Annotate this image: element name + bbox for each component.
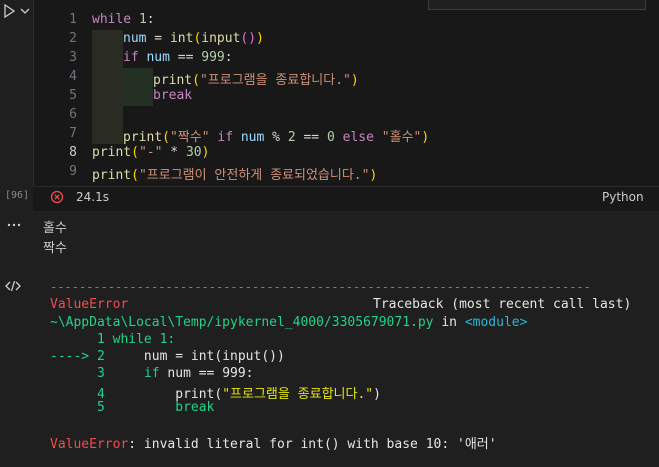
stdout-line: 홀수 [43,221,67,236]
code-line-2: num = int(input()) [123,31,264,46]
execution-duration: 24.1s [76,190,109,204]
line-number: 1 [69,12,77,27]
play-icon [4,3,16,19]
code-line-3: if num == 999: [123,50,233,65]
line-number: 4 [69,69,77,84]
cell-status-bar [33,186,659,211]
line-number: 3 [69,50,77,65]
traceback-separator: ----------------------------------------… [50,279,591,294]
line-number: 5 [69,88,77,103]
line-number-current: 8 [69,145,77,160]
run-cell-button[interactable] [2,3,16,19]
line-number: 9 [69,164,77,179]
indent-guide [123,68,153,106]
code-brackets-icon [5,280,21,292]
code-line-7: print("짝수" if num % 2 == 0 else "홀수") [123,130,430,145]
cell-language-picker[interactable]: Python [602,190,644,204]
chevron-down-icon [20,8,30,14]
execution-count: [96] [5,190,30,201]
line-number: 2 [69,31,77,46]
code-line-1: while 1: [92,12,155,27]
traceback-code-line-current: ----> 2 num = int(input()) [50,349,285,364]
error-status-icon [50,190,64,204]
line-number: 6 [69,107,77,122]
stdout-line: 짝수 [43,241,67,256]
find-widget [428,0,646,10]
code-line-8: print("-" * 30) [92,145,210,160]
output-more-actions-button[interactable] [7,219,21,231]
indent-guide [92,30,123,144]
code-line-5: break [153,88,193,103]
traceback-code-line: 1 while 1: [96,332,176,347]
run-options-button[interactable] [20,5,30,15]
code-line-9: print("프로그램이 안전하게 종료되었습니다.") [92,168,378,183]
traceback-file-line: ~\AppData\Local\Temp/ipykernel_4000/3305… [50,315,528,330]
line-number: 7 [69,126,77,141]
ellipsis-icon [7,223,21,227]
traceback-code-line: 5 break [96,400,215,415]
traceback-code-line: 3 if num == 999: [96,366,254,381]
code-line-4: print("프로그램을 종료합니다.") [153,73,359,88]
traceback-file-path[interactable]: ~\AppData\Local\Temp/ipykernel_4000/3305… [50,315,434,330]
output-code-button[interactable] [5,279,21,293]
traceback-error-name: ValueError [50,297,129,312]
traceback-final-error: ValueError: invalid literal for int() wi… [50,437,497,452]
traceback-header: Traceback (most recent call last) [373,297,632,312]
